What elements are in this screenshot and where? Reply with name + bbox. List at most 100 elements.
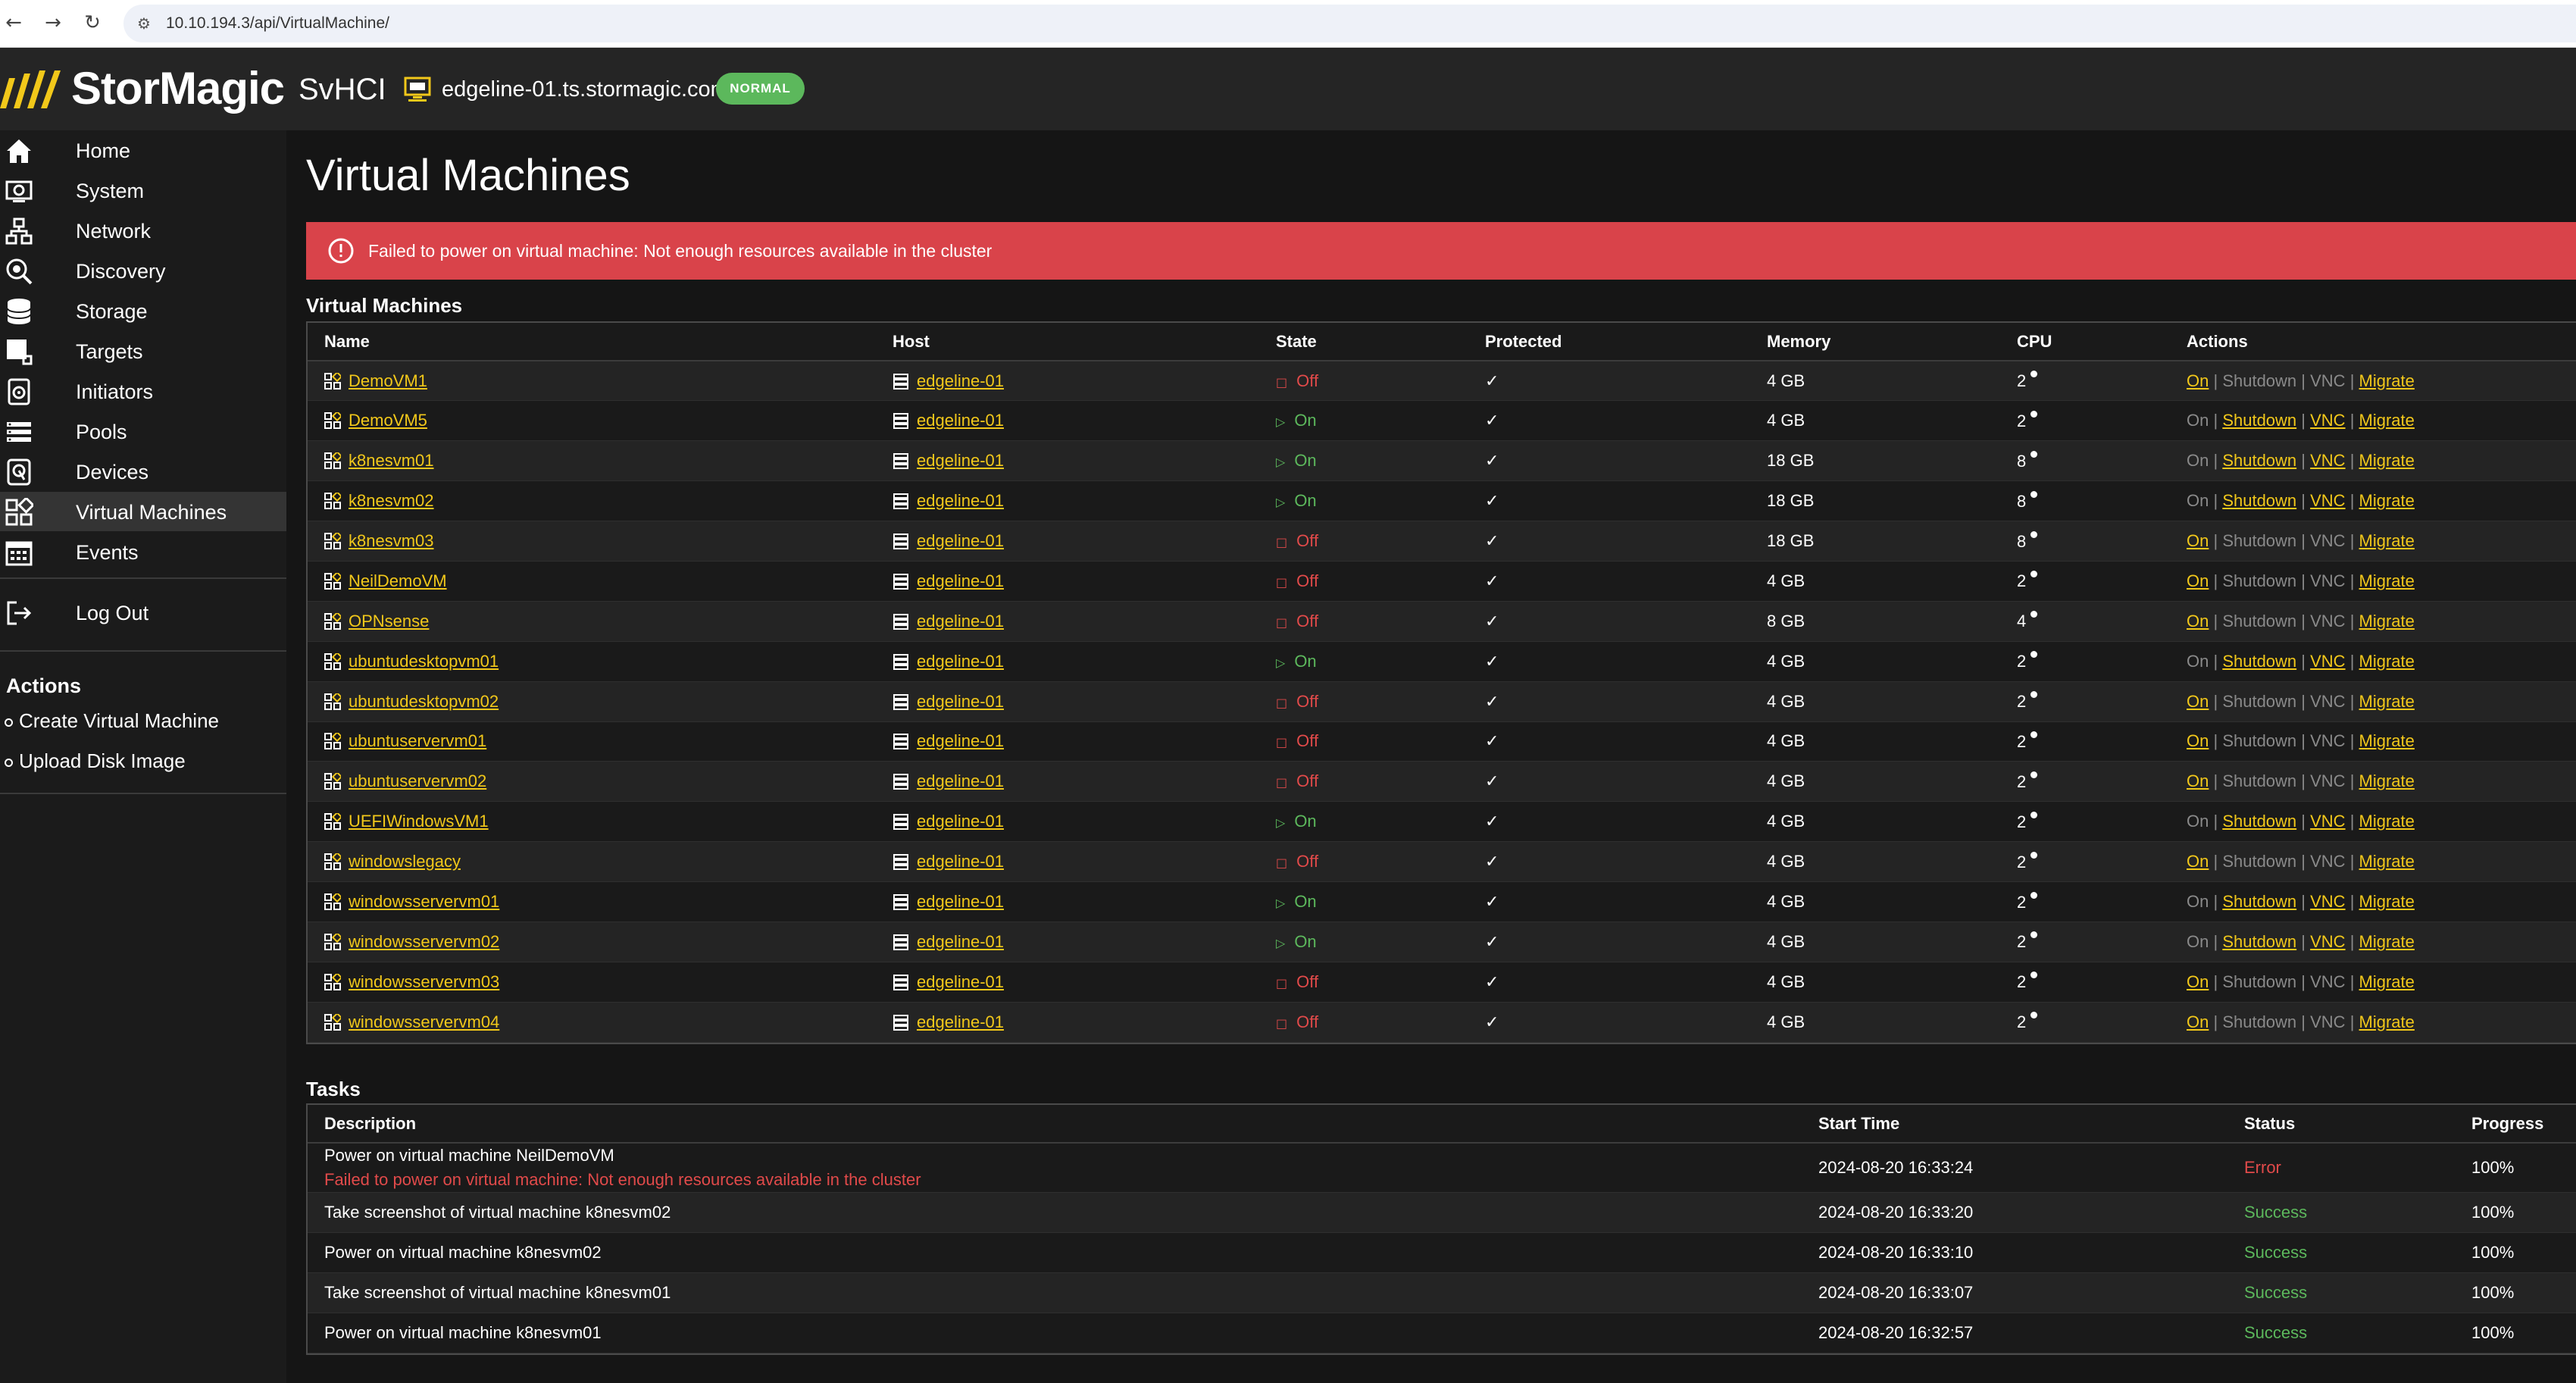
vm-name-link[interactable]: ubuntuservervm02 — [349, 771, 486, 790]
migrate-action[interactable]: Migrate — [2359, 411, 2415, 430]
vnc-action[interactable]: VNC — [2310, 932, 2345, 951]
sidebar-item-initiators[interactable]: Initiators — [0, 371, 286, 411]
vm-name-link[interactable]: ubuntudesktopvm01 — [349, 652, 499, 671]
host-link[interactable]: edgeline-01 — [917, 371, 1004, 390]
host-link[interactable]: edgeline-01 — [917, 652, 1004, 671]
power-on-action[interactable]: On — [2187, 571, 2209, 590]
sidebar-item-storage[interactable]: Storage — [0, 291, 286, 330]
vm-name-link[interactable]: ubuntuservervm01 — [349, 731, 486, 750]
vm-name-link[interactable]: DemoVM5 — [349, 411, 427, 430]
sidebar-item-devices[interactable]: Devices — [0, 452, 286, 491]
shutdown-action[interactable]: Shutdown — [2222, 451, 2296, 470]
shutdown-action[interactable]: Shutdown — [2222, 892, 2296, 911]
arrow-right-icon[interactable]: → — [39, 9, 67, 36]
vm-name-link[interactable]: windowsservervm04 — [349, 1012, 499, 1031]
column-header[interactable]: Memory — [1750, 323, 2000, 361]
host-link[interactable]: edgeline-01 — [917, 531, 1004, 550]
site-info-icon[interactable]: ⚙ — [133, 12, 155, 35]
host-link[interactable]: edgeline-01 — [917, 852, 1004, 871]
migrate-action[interactable]: Migrate — [2359, 491, 2415, 510]
address-bar[interactable]: ⚙ 10.10.194.3/api/VirtualMachine/ — [123, 5, 2576, 42]
migrate-action[interactable]: Migrate — [2359, 692, 2415, 711]
vnc-action[interactable]: VNC — [2310, 411, 2345, 430]
column-header[interactable]: Protected — [1468, 323, 1750, 361]
migrate-action[interactable]: Migrate — [2359, 731, 2415, 750]
shutdown-action[interactable]: Shutdown — [2222, 932, 2296, 951]
sidebar-item-logout[interactable]: Log Out — [0, 593, 286, 632]
sidebar-item-network[interactable]: Network — [0, 211, 286, 250]
migrate-action[interactable]: Migrate — [2359, 852, 2415, 871]
power-on-action[interactable]: On — [2187, 612, 2209, 630]
column-header[interactable]: State — [1259, 323, 1468, 361]
vm-name-link[interactable]: DemoVM1 — [349, 371, 427, 390]
sidebar-item-home[interactable]: Home — [0, 130, 286, 170]
host-link[interactable]: edgeline-01 — [917, 771, 1004, 790]
host-link[interactable]: edgeline-01 — [917, 491, 1004, 510]
shutdown-action[interactable]: Shutdown — [2222, 652, 2296, 671]
shutdown-action[interactable]: Shutdown — [2222, 812, 2296, 831]
vm-name-link[interactable]: NeilDemoVM — [349, 571, 447, 590]
vnc-action[interactable]: VNC — [2310, 491, 2345, 510]
vm-name-link[interactable]: k8nesvm02 — [349, 491, 434, 510]
power-on-action[interactable]: On — [2187, 531, 2209, 550]
power-on-action[interactable]: On — [2187, 771, 2209, 790]
vnc-action[interactable]: VNC — [2310, 652, 2345, 671]
vnc-action[interactable]: VNC — [2310, 451, 2345, 470]
column-header[interactable]: Name — [308, 323, 876, 361]
migrate-action[interactable]: Migrate — [2359, 531, 2415, 550]
host-link[interactable]: edgeline-01 — [917, 812, 1004, 831]
migrate-action[interactable]: Migrate — [2359, 932, 2415, 951]
migrate-action[interactable]: Migrate — [2359, 652, 2415, 671]
migrate-action[interactable]: Migrate — [2359, 972, 2415, 991]
power-on-action[interactable]: On — [2187, 972, 2209, 991]
host-link[interactable]: edgeline-01 — [917, 1012, 1004, 1031]
host-link[interactable]: edgeline-01 — [917, 932, 1004, 951]
migrate-action[interactable]: Migrate — [2359, 451, 2415, 470]
host-link[interactable]: edgeline-01 — [917, 612, 1004, 630]
sidebar-item-discovery[interactable]: Discovery — [0, 251, 286, 290]
migrate-action[interactable]: Migrate — [2359, 612, 2415, 630]
host-link[interactable]: edgeline-01 — [917, 692, 1004, 711]
shutdown-action[interactable]: Shutdown — [2222, 491, 2296, 510]
vnc-action[interactable]: VNC — [2310, 812, 2345, 831]
host-link[interactable]: edgeline-01 — [917, 972, 1004, 991]
power-on-action[interactable]: On — [2187, 371, 2209, 390]
shutdown-action[interactable]: Shutdown — [2222, 411, 2296, 430]
migrate-action[interactable]: Migrate — [2359, 571, 2415, 590]
vm-name-link[interactable]: k8nesvm01 — [349, 451, 434, 470]
vm-name-link[interactable]: UEFIWindowsVM1 — [349, 812, 489, 831]
vm-name-link[interactable]: windowsservervm01 — [349, 892, 499, 911]
sidebar-item-events[interactable]: Events — [0, 532, 286, 571]
column-header[interactable]: CPU — [2000, 323, 2170, 361]
column-header[interactable]: Host — [876, 323, 1259, 361]
migrate-action[interactable]: Migrate — [2359, 771, 2415, 790]
power-on-action[interactable]: On — [2187, 1012, 2209, 1031]
vm-name-link[interactable]: k8nesvm03 — [349, 531, 434, 550]
host-link[interactable]: edgeline-01 — [917, 411, 1004, 430]
power-on-action[interactable]: On — [2187, 731, 2209, 750]
vm-name-link[interactable]: OPNsense — [349, 612, 429, 630]
sidebar-item-virtual-machines[interactable]: Virtual Machines — [0, 492, 286, 531]
arrow-left-icon[interactable]: ← — [0, 9, 27, 36]
host-link[interactable]: edgeline-01 — [917, 571, 1004, 590]
migrate-action[interactable]: Migrate — [2359, 1012, 2415, 1031]
power-on-action[interactable]: On — [2187, 692, 2209, 711]
vnc-action[interactable]: VNC — [2310, 892, 2345, 911]
migrate-action[interactable]: Migrate — [2359, 371, 2415, 390]
url-text[interactable]: 10.10.194.3/api/VirtualMachine/ — [166, 14, 389, 33]
sidebar-item-pools[interactable]: Pools — [0, 411, 286, 451]
sidebar-item-system[interactable]: System — [0, 171, 286, 210]
reload-icon[interactable]: ↻ — [79, 9, 106, 36]
power-on-action[interactable]: On — [2187, 852, 2209, 871]
vm-name-link[interactable]: windowsservervm03 — [349, 972, 499, 991]
host-link[interactable]: edgeline-01 — [917, 451, 1004, 470]
vm-name-link[interactable]: ubuntudesktopvm02 — [349, 692, 499, 711]
upload-disk-image-action[interactable]: Upload Disk Image — [5, 748, 186, 774]
vm-name-link[interactable]: windowsservervm02 — [349, 932, 499, 951]
host-link[interactable]: edgeline-01 — [917, 731, 1004, 750]
migrate-action[interactable]: Migrate — [2359, 892, 2415, 911]
sidebar-item-targets[interactable]: Targets — [0, 331, 286, 371]
create-vm-action[interactable]: Create Virtual Machine — [5, 708, 219, 734]
host-link[interactable]: edgeline-01 — [917, 892, 1004, 911]
migrate-action[interactable]: Migrate — [2359, 812, 2415, 831]
